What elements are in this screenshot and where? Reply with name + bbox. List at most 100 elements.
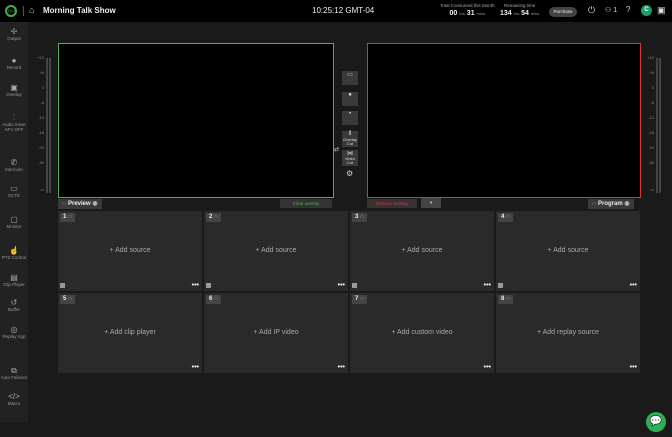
sidebar-item-label: Clip Player [3, 282, 25, 287]
settings-icon[interactable]: ⚙ [346, 169, 353, 178]
preview-audio-meter [49, 58, 51, 193]
sidebar-item[interactable]: </> Macro [0, 393, 28, 407]
image-icon[interactable] [206, 283, 211, 288]
sidebar-item[interactable]: ● Record [0, 57, 28, 71]
image-icon[interactable] [352, 283, 357, 288]
sidebar-item[interactable]: ⫶ Audio mixer AFV OFF [0, 114, 28, 133]
speaker-icon[interactable]: ◉ [624, 201, 629, 207]
tile-number: 7 ∩ [352, 295, 368, 304]
sidebar-item[interactable]: ✆ Intercom [0, 159, 28, 173]
source-tile[interactable]: 1 ∩ + Add source ••• [58, 211, 202, 291]
add-source-button[interactable]: + Add source [496, 247, 640, 254]
add-source-button[interactable]: + Add clip player [58, 329, 202, 336]
headphones-icon[interactable]: ∩ [68, 214, 72, 220]
meter-scale-label: -6 [650, 100, 654, 105]
clear-overlay-button[interactable]: Clear overlay [280, 199, 332, 208]
source-tile[interactable]: 7 ∩ + Add custom video ••• [350, 293, 494, 373]
sidebar-icon: ☝ [9, 246, 19, 255]
sidebar-item[interactable]: ▭ SCTE [0, 185, 28, 199]
users-count: 1 [613, 7, 618, 14]
meter-scale-label: -30 [38, 160, 44, 165]
add-source-button[interactable]: + Add source [350, 247, 494, 254]
menu-icon[interactable]: ▣ [657, 5, 666, 16]
preview-screen[interactable] [58, 43, 334, 198]
headphones-icon[interactable]: ∩ [506, 296, 510, 302]
tile-number: 4 ∩ [498, 213, 514, 222]
sidebar-item-label: Auto Failover [0, 375, 28, 380]
meter-scale-label: -18 [38, 130, 44, 135]
tile-number: 6 ∩ [206, 295, 222, 304]
transition-button[interactable]: ▭ [342, 71, 358, 85]
help-icon[interactable]: ? [626, 5, 630, 14]
meter-scale-label: -6 [40, 100, 44, 105]
program-audio-meter [659, 58, 661, 193]
sidebar-icon: ◎ [10, 325, 18, 334]
image-icon[interactable] [60, 283, 65, 288]
overlay-select[interactable]: ▾ [421, 198, 441, 208]
sidebar-item[interactable]: ▤ Clip Player [0, 274, 28, 288]
source-tile[interactable]: 5 ∩ + Add clip player ••• [58, 293, 202, 373]
source-tile[interactable]: 4 ∩ + Add source ••• [496, 211, 640, 291]
sidebar-item[interactable]: ▣ Overlay [0, 84, 28, 98]
sidebar-icon: ↺ [10, 298, 18, 307]
meter-scale-label: -∞ [39, 187, 44, 192]
headphones-icon[interactable]: ∩ [360, 214, 364, 220]
source-tile[interactable]: 3 ∩ + Add source ••• [350, 211, 494, 291]
headphones-icon[interactable]: ∩ [506, 214, 510, 220]
transition-button[interactable]: ⋈ Video Cut [342, 150, 358, 166]
preview-title: Preview [68, 201, 91, 207]
more-options-icon[interactable]: ••• [338, 282, 345, 289]
sidebar-item[interactable]: ◎ Replay App [0, 325, 28, 340]
image-icon[interactable] [498, 283, 503, 288]
sidebar-icon: ▢ [10, 215, 18, 224]
headphones-icon[interactable]: ∩ [214, 296, 218, 302]
sidebar-item-label: Audio mixer AFV OFF [2, 122, 26, 132]
add-source-button[interactable]: + Add replay source [496, 329, 640, 336]
sidebar-item-label: Buffer [8, 307, 20, 312]
consumed-stat: Total Consumed this Month 00 hrs 31 mins [440, 3, 495, 17]
headphones-icon[interactable]: ∩ [360, 296, 364, 302]
more-options-icon[interactable]: ••• [192, 282, 199, 289]
sidebar-item[interactable]: ▢ Monitor [0, 215, 28, 230]
chat-button[interactable]: 💬 [646, 412, 666, 432]
sidebar-item[interactable]: ☝ PTZ Control [0, 246, 28, 261]
sidebar-item[interactable]: ✢ Output [0, 28, 28, 42]
transition-icon: ● [348, 92, 352, 98]
source-tile[interactable]: 6 ∩ + Add IP video ••• [204, 293, 348, 373]
remove-overlay-button[interactable]: Remove overlay [367, 199, 417, 208]
transition-icon: ▭ [347, 72, 353, 78]
more-options-icon[interactable]: ••• [484, 282, 491, 289]
home-icon[interactable]: ⌂ [29, 5, 34, 15]
sidebar: ✢ Output ● Record ▣ Overlay ⫶ Audio mixer AFV O… [0, 22, 28, 422]
transition-button[interactable]: • [342, 111, 358, 125]
meter-scale-label: +12 [647, 55, 654, 60]
add-source-button[interactable]: + Add source [204, 247, 348, 254]
program-screen[interactable] [367, 43, 641, 198]
more-options-icon[interactable]: ••• [630, 282, 637, 289]
sidebar-item[interactable]: ⧉ Auto Failover [0, 367, 28, 381]
add-source-button[interactable]: + Add custom video [350, 329, 494, 336]
headphones-icon[interactable]: ∩ [214, 214, 218, 220]
avatar[interactable]: C [641, 5, 652, 16]
more-options-icon[interactable]: ••• [338, 364, 345, 371]
more-options-icon[interactable]: ••• [630, 364, 637, 371]
add-source-button[interactable]: + Add source [58, 247, 202, 254]
meter-scale-label: -18 [648, 130, 654, 135]
users-button[interactable]: ⚇ 1 [605, 6, 617, 14]
source-tile[interactable]: 2 ∩ + Add source ••• [204, 211, 348, 291]
purchase-button[interactable]: Purchase [549, 7, 577, 17]
tile-num: 1 [63, 214, 67, 220]
preview-label: ∩ Preview ◉ [58, 199, 102, 209]
eye-icon[interactable]: ◉ [92, 201, 97, 207]
consumed-hrs: 00 [449, 10, 458, 17]
more-options-icon[interactable]: ••• [484, 364, 491, 371]
transition-button[interactable]: ⫴ Overlay Cut [342, 131, 358, 147]
swap-icon[interactable]: ⇄ [334, 146, 339, 153]
more-options-icon[interactable]: ••• [192, 364, 199, 371]
add-source-button[interactable]: + Add IP video [204, 329, 348, 336]
sidebar-item[interactable]: ↺ Buffer [0, 298, 28, 313]
transition-button[interactable]: ● [342, 92, 358, 106]
headphones-icon[interactable]: ∩ [68, 296, 72, 302]
power-icon[interactable]: ⏻ [588, 5, 595, 16]
source-tile[interactable]: 8 ∩ + Add replay source ••• [496, 293, 640, 373]
